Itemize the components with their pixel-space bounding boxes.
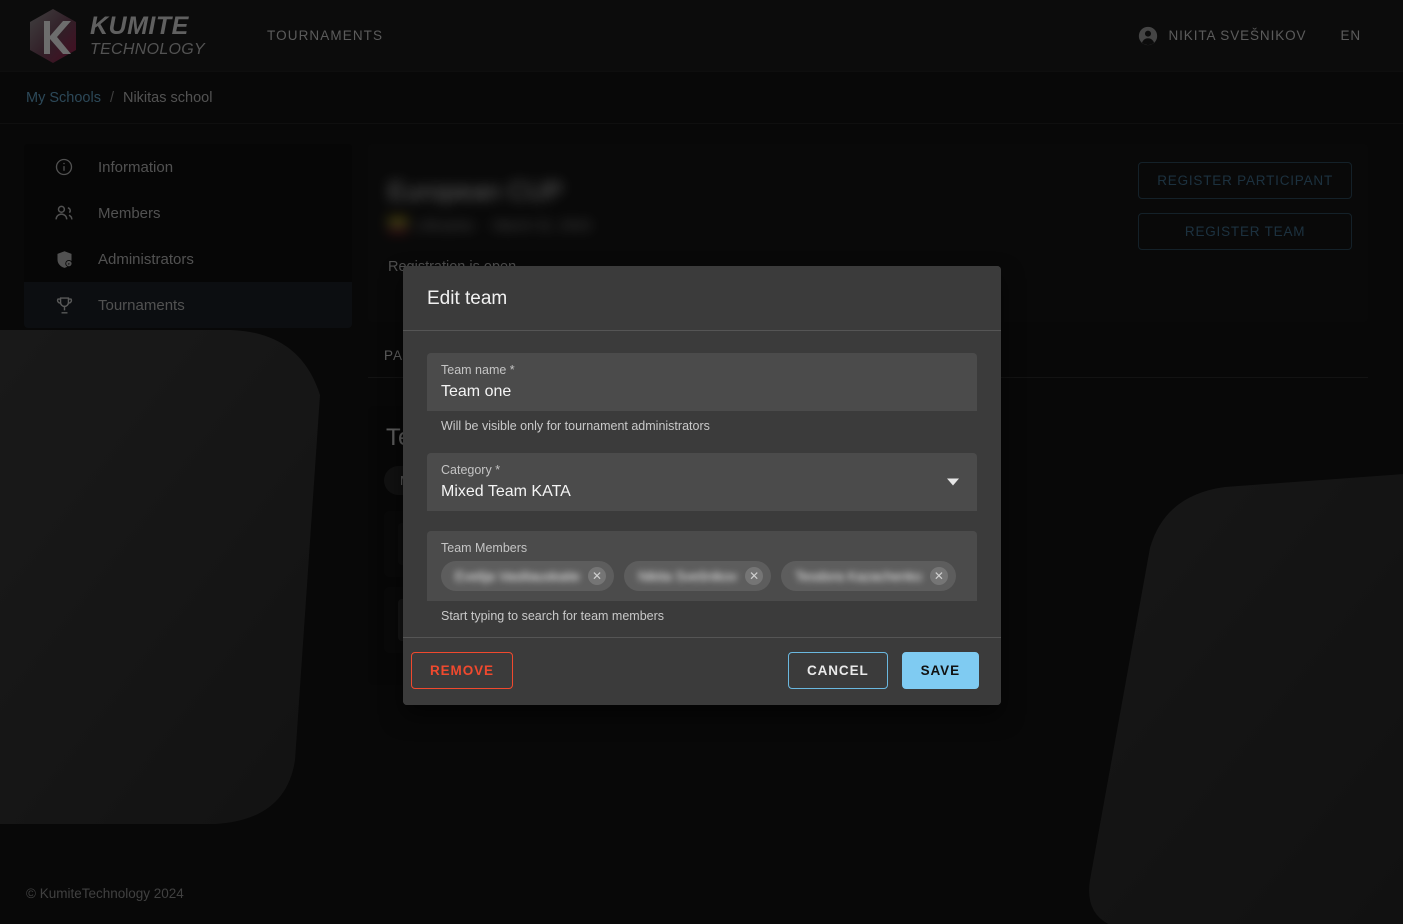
close-icon[interactable]: ✕ [588, 567, 606, 585]
spacer [427, 433, 977, 453]
spacer [427, 511, 977, 531]
dialog-footer: REMOVE CANCEL SAVE [403, 637, 1001, 705]
team-name-field[interactable]: Team name * Team one [427, 353, 977, 411]
remove-button[interactable]: REMOVE [411, 652, 513, 689]
edit-team-dialog: Edit team Team name * Team one Will be v… [403, 266, 1001, 705]
team-name-hint: Will be visible only for tournament admi… [427, 411, 977, 433]
team-member-chip[interactable]: Nikita Svešnikov ✕ [624, 561, 771, 591]
close-icon[interactable]: ✕ [930, 567, 948, 585]
save-button[interactable]: SAVE [902, 652, 979, 689]
chip-label: Teodora Kazachenko [795, 569, 922, 584]
category-select[interactable]: Category * Mixed Team KATA [427, 453, 977, 511]
dialog-body: Team name * Team one Will be visible onl… [403, 331, 1001, 637]
close-icon[interactable]: ✕ [745, 567, 763, 585]
team-members-label: Team Members [441, 541, 963, 555]
team-member-chip-list: Evelija Vasiliauskaite ✕ Nikita Svešniko… [441, 561, 963, 591]
team-name-input[interactable]: Team one [441, 383, 963, 401]
dialog-title: Edit team [403, 266, 1001, 331]
chip-label: Nikita Svešnikov [638, 569, 737, 584]
category-label: Category * [441, 463, 963, 477]
cancel-button[interactable]: CANCEL [788, 652, 888, 689]
chip-label: Evelija Vasiliauskaite [455, 569, 580, 584]
team-member-chip[interactable]: Teodora Kazachenko ✕ [781, 561, 956, 591]
app-root: KUMITE TECHNOLOGY TOURNAMENTS NIKITA SVE… [0, 0, 1403, 924]
team-members-field[interactable]: Team Members Evelija Vasiliauskaite ✕ Ni… [427, 531, 977, 601]
dialog-primary-actions: CANCEL SAVE [788, 652, 979, 689]
category-selected-value: Mixed Team KATA [441, 483, 963, 501]
chevron-down-icon[interactable] [947, 479, 959, 486]
team-members-hint: Start typing to search for team members [427, 601, 977, 623]
team-member-chip[interactable]: Evelija Vasiliauskaite ✕ [441, 561, 614, 591]
team-name-label: Team name * [441, 363, 963, 377]
